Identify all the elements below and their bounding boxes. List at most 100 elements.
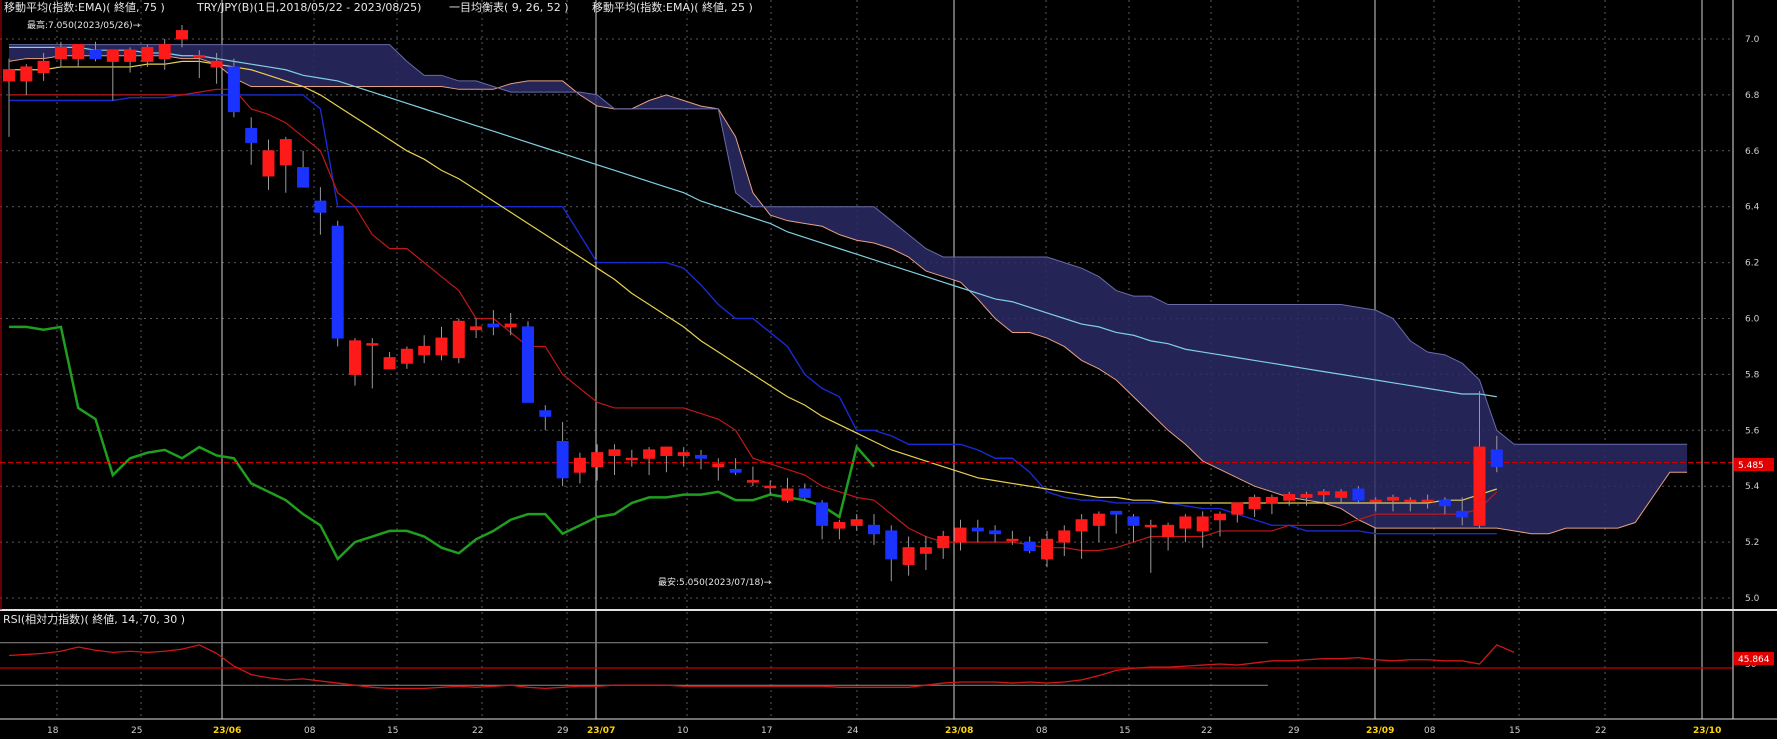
y-tick-label: 7.0 (1745, 35, 1760, 45)
chart-svg: 7.0 6.8 6.6 6.4 6.2 6.0 5.8 5.6 5.4 5.2 5.0 18 25 23/… (0, 0, 1777, 739)
y-tick-label: 5.4 (1745, 482, 1760, 492)
x-tick-label: 17 (761, 726, 772, 736)
candle-up (1214, 513, 1226, 521)
candle-up (1144, 524, 1157, 528)
candle-up (1369, 499, 1382, 503)
candle-up (418, 345, 431, 356)
candle-up (452, 320, 465, 359)
candle-down (89, 49, 102, 60)
y-tick-label: 6.8 (1745, 91, 1760, 101)
candle-up (591, 452, 604, 468)
candle-up (1387, 496, 1399, 501)
y-tick-label: 6.2 (1745, 259, 1759, 269)
y-tick-label: 5.0 (1745, 594, 1760, 604)
candle-down (1110, 510, 1123, 515)
y-tick-label: 6.6 (1745, 147, 1760, 157)
x-tick-label: 25 (131, 726, 142, 736)
candle-up (106, 49, 119, 62)
candle-up (937, 536, 950, 549)
candle-down (556, 440, 569, 479)
candle-up (1317, 491, 1330, 496)
candle-up (400, 348, 413, 364)
candle-down (971, 527, 984, 532)
x-tick-label: 18 (47, 726, 59, 736)
candle-down (314, 200, 327, 213)
x-tick-label: 08 (1036, 726, 1048, 736)
ema75-label: 移動平均(指数:EMA)( 終値, 75 ) (4, 0, 165, 14)
candle-up (712, 463, 725, 468)
candle-up (1248, 496, 1261, 510)
candle-down (331, 225, 344, 339)
candle-up (158, 44, 171, 60)
candle-up (1075, 519, 1088, 532)
candle-up (3, 69, 15, 82)
candle-up (262, 150, 275, 177)
candle-down (227, 66, 240, 113)
y-tick-label: 6.0 (1745, 315, 1760, 325)
candle-up (573, 457, 586, 473)
ichimoku-label: 一目均衡表( 9, 26, 52 ) (449, 0, 569, 14)
x-tick-label: 10 (677, 726, 689, 736)
y-tick-label: 5.8 (1745, 370, 1760, 380)
candle-up (850, 519, 863, 526)
candle-up (176, 30, 188, 40)
low-annotation: 最安:5.050(2023/07/18)→ (658, 576, 772, 588)
pair-label: TRY/JPY(B)(1日,2018/05/22 - 2023/08/25) (196, 1, 421, 14)
x-tick-label: 08 (304, 726, 316, 736)
candle-up (383, 357, 396, 370)
x-tick-label: 23/10 (1693, 726, 1721, 736)
candle-down (695, 454, 707, 459)
candle-up (660, 446, 673, 456)
x-tick-label: 29 (557, 726, 569, 736)
candle-up (764, 485, 777, 489)
y-tick-label: 6.4 (1745, 203, 1760, 213)
candle-up (20, 66, 33, 82)
candle-up (1058, 530, 1071, 543)
candle-up (1265, 496, 1278, 504)
candle-up (1179, 516, 1192, 529)
candle-up (1041, 538, 1053, 560)
candle-up (1231, 502, 1244, 515)
candle-up (1006, 538, 1019, 542)
rsi-tag: 45.864 (1738, 655, 1770, 665)
y-tick-label: 5.6 (1745, 426, 1760, 436)
candle-down (297, 167, 310, 188)
candle-up (435, 337, 448, 356)
candle-up (349, 340, 361, 375)
x-tick-label: 24 (847, 726, 859, 736)
x-tick-label: 15 (1119, 726, 1130, 736)
candle-up (954, 527, 967, 543)
x-tick-label: 08 (1424, 726, 1436, 736)
candle-up (504, 323, 517, 328)
candle-up (210, 60, 223, 68)
x-tick-label: 22 (1595, 726, 1606, 736)
candle-down (1352, 488, 1365, 501)
candle-up (781, 488, 794, 501)
candle-up (677, 452, 690, 456)
y-tick-label: 5.2 (1745, 538, 1759, 548)
candle-up (366, 343, 379, 346)
candle-up (1300, 494, 1313, 498)
candle-down (1456, 510, 1469, 518)
candle-down (487, 323, 500, 328)
x-tick-label: 15 (387, 726, 398, 736)
candle-up (833, 522, 846, 529)
x-tick-label: 22 (1201, 726, 1212, 736)
candle-up (141, 46, 154, 62)
high-annotation: 最高:7.050(2023/05/26)→ (27, 19, 141, 31)
candle-up (1473, 446, 1486, 526)
candle-up (625, 457, 638, 461)
candle-down (816, 502, 829, 526)
candle-up (1404, 499, 1417, 503)
candle-down (798, 488, 811, 498)
candle-up (919, 547, 932, 554)
candle-up (193, 55, 206, 58)
ema25-label: 移動平均(指数:EMA)( 終値, 25 ) (592, 0, 753, 14)
x-tick-label: 23/08 (945, 726, 973, 736)
candle-down (522, 326, 534, 403)
candle-down (1127, 516, 1140, 526)
candle-up (1421, 499, 1434, 503)
candle-down (989, 530, 1002, 535)
candle-up (279, 139, 292, 166)
candle-up (1162, 524, 1175, 538)
